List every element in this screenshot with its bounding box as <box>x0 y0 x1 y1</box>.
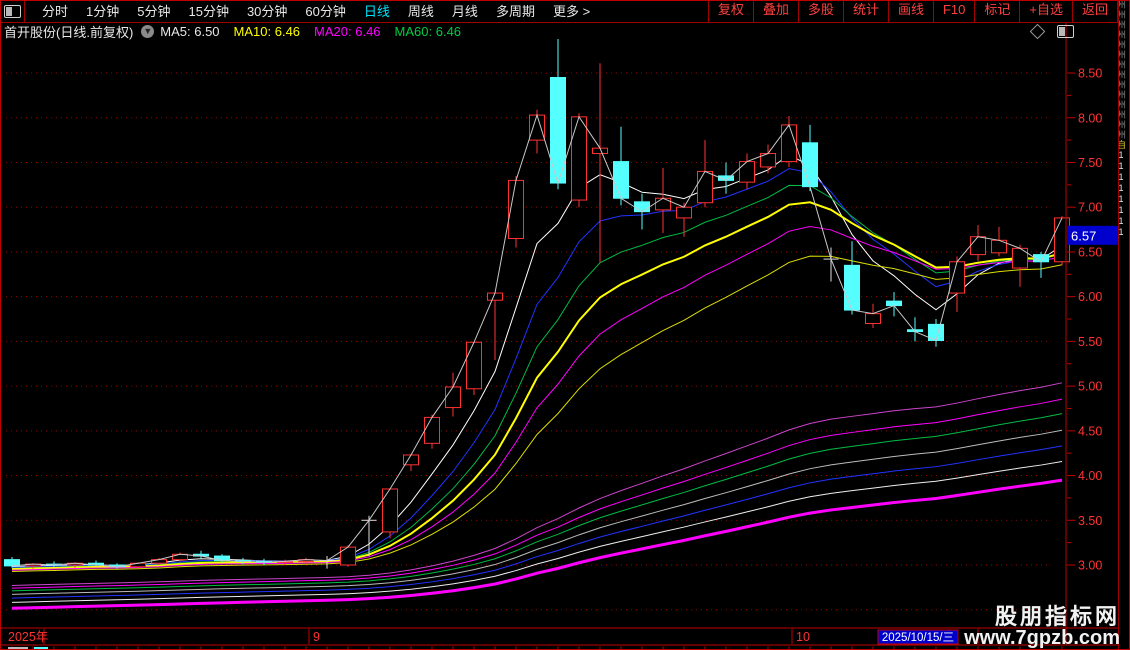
diamond-icon[interactable] <box>1029 23 1046 40</box>
period-tab-分时[interactable]: 分时 <box>33 1 77 22</box>
ma-value-label: MA60: 6.46 <box>394 24 462 39</box>
toolbar-actions: 复权 叠加 多股 统计 画线 F10 标记 +自选 返回 <box>707 0 1118 22</box>
period-tab-5分钟[interactable]: 5分钟 <box>128 1 179 22</box>
period-tab-更多 >[interactable]: 更多 > <box>544 1 599 22</box>
svg-text:5.00: 5.00 <box>1078 380 1102 394</box>
period-toolbar: 分时 1分钟 5分钟 15分钟 30分钟 60分钟 日线 周线 月线 多周期 更多 > 复权 叠加 多股… <box>0 0 1118 23</box>
period-tab-15分钟[interactable]: 15分钟 <box>179 1 237 22</box>
toolbar-action-叠加[interactable]: 叠加 <box>752 0 799 22</box>
svg-text:7.00: 7.00 <box>1078 201 1102 215</box>
period-tab-60分钟[interactable]: 60分钟 <box>296 1 354 22</box>
side-panel-digits: 11111111 <box>1118 150 1126 238</box>
ma-value-label: MA5: 6.50 <box>160 24 220 39</box>
svg-text:2025/10/15/三: 2025/10/15/三 <box>882 632 954 644</box>
watermark: 股朋指标网 www.7gpzb.com <box>964 605 1120 649</box>
ma-value-label: MA20: 6.46 <box>314 24 381 39</box>
ema-line-108 <box>11 429 1063 595</box>
toolbar-action-复权[interactable]: 复权 <box>707 0 754 22</box>
svg-text:8.00: 8.00 <box>1078 111 1102 125</box>
toolbar-action-返回[interactable]: 返回 <box>1071 0 1118 22</box>
toolbar-action-F10[interactable]: F10 <box>932 0 976 22</box>
ema-line-8 <box>11 168 1063 569</box>
ema-line-85 <box>11 398 1063 589</box>
svg-text:4.00: 4.00 <box>1078 469 1102 483</box>
split-pane-icon <box>3 4 21 18</box>
svg-text:8.50: 8.50 <box>1078 67 1102 81</box>
svg-text:6.50: 6.50 <box>1078 245 1102 259</box>
toolbar-action-统计[interactable]: 统计 <box>842 0 889 22</box>
svg-text:3.50: 3.50 <box>1078 514 1102 528</box>
split-pane-button[interactable] <box>0 0 25 22</box>
ema-line-23 <box>11 255 1063 573</box>
svg-text:10: 10 <box>796 630 810 644</box>
watermark-url: www.7gpzb.com <box>964 627 1120 649</box>
stock-title: 首开股份(日线.前复权) <box>4 25 134 40</box>
svg-text:9: 9 <box>313 630 320 644</box>
period-tab-日线[interactable]: 日线 <box>355 1 399 22</box>
clipped-side-panel[interactable]: 州州州州州州州州州州州州州州 自 11111111 <box>1118 0 1130 650</box>
period-tab-周线[interactable]: 周线 <box>399 1 443 22</box>
svg-text:6.00: 6.00 <box>1078 290 1102 304</box>
svg-text:2025年: 2025年 <box>8 630 48 644</box>
ma-value-label: MA10: 6.46 <box>233 24 301 39</box>
ema-line-160 <box>11 478 1063 610</box>
svg-text:4.50: 4.50 <box>1078 424 1102 438</box>
toolbar-action-标记[interactable]: 标记 <box>974 0 1021 22</box>
ema-line-5 <box>11 154 1063 568</box>
toolbar-action-画线[interactable]: 画线 <box>887 0 934 22</box>
watermark-site-name: 股朋指标网 <box>994 603 1120 629</box>
side-panel-tag: 自 <box>1118 140 1126 150</box>
side-panel-glyphs: 州州州州州州州州州州州州州州 <box>1118 0 1126 140</box>
period-tab-多周期[interactable]: 多周期 <box>487 1 544 22</box>
svg-text:7.50: 7.50 <box>1078 156 1102 170</box>
panel-toggle-icon[interactable] <box>1057 25 1074 38</box>
ema-line-122 <box>11 445 1063 599</box>
svg-text:6.57: 6.57 <box>1071 228 1096 243</box>
ema-line-18 <box>11 225 1063 571</box>
toolbar-action-+自选[interactable]: +自选 <box>1019 0 1073 22</box>
period-tab-30分钟[interactable]: 30分钟 <box>238 1 296 22</box>
toolbar-action-多股[interactable]: 多股 <box>797 0 844 22</box>
info-row: 首开股份(日线.前复权) ▼ MA5: 6.50 MA10: 6.46 MA20: … <box>0 23 1118 40</box>
svg-text:3.00: 3.00 <box>1078 559 1102 573</box>
svg-text:5.50: 5.50 <box>1078 335 1102 349</box>
ma-values: MA5: 6.50 MA10: 6.46 MA20: 6.46 MA60: 6.46 <box>160 24 475 39</box>
period-tab-月线[interactable]: 月线 <box>443 1 487 22</box>
kline-chart[interactable]: 8.50 8.00 7.50 7.00 6.50 6.00 5.50 5.00 4.50 4.00… <box>0 0 1130 650</box>
period-tabs: 分时 1分钟 5分钟 15分钟 30分钟 60分钟 日线 周线 月线 多周期 更多 > <box>25 0 599 22</box>
period-tab-1分钟[interactable]: 1分钟 <box>77 1 128 22</box>
chevron-down-icon[interactable]: ▼ <box>141 25 155 38</box>
